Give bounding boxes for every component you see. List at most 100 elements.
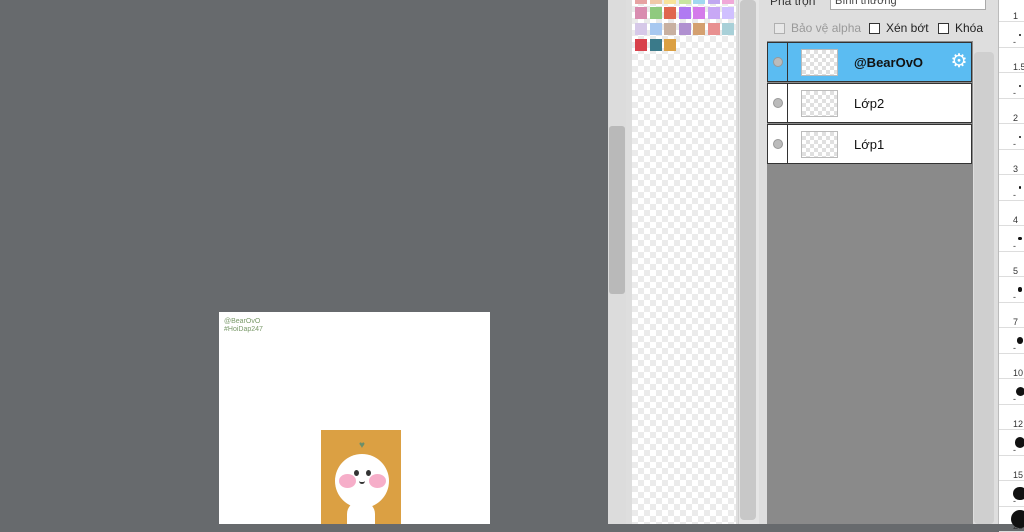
color-swatch[interactable] [708,7,720,19]
brush-size-option[interactable]: - [999,379,1024,405]
layer-row-bearovo[interactable]: @BearOvO ⚙ [767,42,972,82]
blend-mode-label: Pha trộn [770,0,815,8]
color-swatch[interactable] [635,39,647,51]
brush-size-option[interactable]: 10 [999,353,1024,379]
brush-size-option[interactable]: 3 [999,149,1024,175]
workspace-scroll-thumb[interactable] [609,126,625,294]
bear-eye-right [366,470,371,476]
brush-size-option[interactable]: - [999,328,1024,354]
brush-size-option[interactable]: - [999,22,1024,48]
brush-size-option[interactable]: 20 [999,506,1024,532]
color-swatch[interactable] [664,0,676,4]
lock-checkbox[interactable]: Khóa [938,21,983,35]
brush-size-dot [1019,34,1021,36]
color-swatch[interactable] [693,0,705,4]
color-swatch[interactable] [708,0,720,4]
brush-size-option[interactable]: 4 [999,200,1024,226]
visibility-toggle[interactable] [773,139,783,149]
brush-size-option[interactable]: 7 [999,302,1024,328]
brush-size-option[interactable]: - [999,481,1024,507]
brush-size-label: 10 [1013,368,1023,378]
color-swatch[interactable] [635,7,647,19]
visibility-toggle[interactable] [773,57,783,67]
color-swatch[interactable] [693,7,705,19]
color-swatch[interactable] [693,23,705,35]
layer-row-lop2[interactable]: Lớp2 [767,83,972,123]
brush-size-option[interactable]: 15 [999,455,1024,481]
brush-size-dot [1013,487,1024,501]
blend-mode-select[interactable]: Bình thường [830,0,986,10]
layer-row-lop1[interactable]: Lớp1 [767,124,972,164]
brush-size-label: - [1013,343,1016,353]
brush-size-dot [1011,510,1024,528]
divider [787,125,788,163]
clip-checkbox[interactable]: Xén bớt [869,21,929,35]
visibility-toggle[interactable] [773,98,783,108]
gear-icon[interactable]: ⚙ [949,52,969,72]
color-swatch[interactable] [664,39,676,51]
color-swatch[interactable] [635,23,647,35]
protect-alpha-label: Bảo vệ alpha [791,21,861,35]
brush-size-label: 12 [1013,419,1023,429]
brush-size-option[interactable]: 1 [999,0,1024,22]
brush-size-label: 2 [1013,113,1018,123]
protect-alpha-checkbox[interactable]: Bảo vệ alpha [774,21,861,35]
clip-box[interactable] [869,23,880,34]
color-swatch[interactable] [664,23,676,35]
brush-size-option[interactable]: 12 [999,404,1024,430]
brush-size-dot [1019,186,1022,189]
bear-mouth [359,479,365,484]
layer-thumbnail [801,90,838,117]
brush-size-dot [1015,437,1024,448]
brush-size-option[interactable]: - [999,124,1024,150]
color-swatch[interactable] [708,23,720,35]
bear-illustration: ♥ [321,430,401,524]
color-swatch[interactable] [679,23,691,35]
bear-eye-left [354,470,359,476]
brush-size-label: 7 [1013,317,1018,327]
drawing-canvas[interactable]: @BearOvO #HoiDap247 ♥ [219,312,490,524]
brush-size-label: - [1013,292,1016,302]
brush-size-option[interactable]: 2 [999,98,1024,124]
bear-head [335,454,389,508]
brush-size-label: - [1013,139,1016,149]
brush-size-label: 15 [1013,470,1023,480]
color-swatch[interactable] [679,0,691,4]
protect-alpha-box[interactable] [774,23,785,34]
brush-size-option[interactable]: 1.5 [999,47,1024,73]
brush-size-label: - [1013,190,1016,200]
brush-size-option[interactable]: - [999,277,1024,303]
color-swatch[interactable] [650,0,662,4]
bear-cheek-right [369,474,386,488]
color-swatch[interactable] [650,7,662,19]
color-swatch[interactable] [722,7,734,19]
brush-size-option[interactable]: 5 [999,251,1024,277]
brush-size-option[interactable]: - [999,430,1024,456]
layer-name: @BearOvO [854,55,923,70]
heart-icon: ♥ [359,441,365,451]
layers-scrollbar[interactable] [974,52,994,524]
color-swatch[interactable] [635,0,647,4]
brush-size-dot [1019,85,1021,87]
bear-cheek-left [339,474,356,488]
brush-size-label: 3 [1013,164,1018,174]
brush-size-label: 1.5 [1013,62,1024,72]
brush-size-option[interactable]: - [999,175,1024,201]
color-swatch[interactable] [650,39,662,51]
brush-size-label: 1 [1013,11,1018,21]
color-swatch[interactable] [722,0,734,4]
palette-scroll-thumb[interactable] [740,0,756,520]
brush-size-option[interactable]: - [999,226,1024,252]
color-swatch[interactable] [679,7,691,19]
layer-thumbnail [801,49,838,76]
watermark-line-2: #HoiDap247 [224,326,263,334]
brush-size-option[interactable]: - [999,73,1024,99]
lock-box[interactable] [938,23,949,34]
color-swatch[interactable] [664,7,676,19]
brush-size-label: - [1013,241,1016,251]
clip-label: Xén bớt [886,21,929,35]
layer-thumbnail [801,131,838,158]
brush-size-label: - [1013,394,1016,404]
color-swatch[interactable] [722,23,734,35]
color-swatch[interactable] [650,23,662,35]
